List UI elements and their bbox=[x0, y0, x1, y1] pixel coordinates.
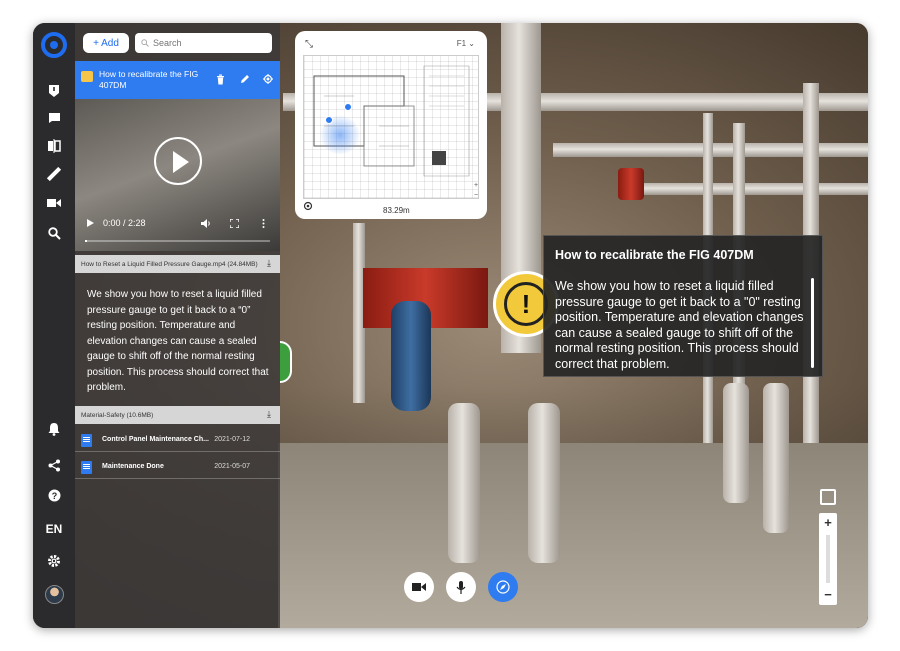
svg-text:?: ? bbox=[51, 491, 57, 501]
document-name: Control Panel Maintenance Ch... bbox=[102, 436, 209, 443]
comment-icon[interactable] bbox=[43, 107, 65, 129]
tooltip-title: How to recalibrate the FIG 407DM bbox=[555, 248, 754, 262]
scene-blue-tank bbox=[391, 301, 431, 411]
compare-icon[interactable] bbox=[43, 135, 65, 157]
download-icon[interactable]: ⤓ bbox=[267, 409, 271, 420]
compass-icon bbox=[496, 580, 510, 594]
search-field-icon bbox=[141, 39, 149, 47]
document-date: 2021-07-12 bbox=[214, 436, 250, 443]
chevron-down-icon: ⌄ bbox=[468, 39, 475, 48]
search-input[interactable] bbox=[153, 38, 263, 48]
video-time: 0:00 / 2:28 bbox=[103, 218, 146, 228]
video-file-name: How to Reset a Liquid Filled Pressure Ga… bbox=[81, 260, 258, 268]
fullscreen-icon[interactable] bbox=[229, 218, 240, 230]
attachment-file-row[interactable]: Material-Safety (10.6MB) ⤓ bbox=[75, 406, 280, 424]
icon-rail: ? EN bbox=[33, 23, 75, 628]
tag-description: We show you how to reset a liquid filled… bbox=[87, 289, 269, 393]
floor-plan-drawing[interactable] bbox=[303, 55, 479, 199]
expand-map-icon[interactable]: ⤡ bbox=[305, 39, 313, 50]
map-scale: 83.29m bbox=[383, 206, 410, 215]
video-progress-fill bbox=[85, 240, 87, 242]
document-name: Maintenance Done bbox=[102, 463, 164, 470]
play-button[interactable] bbox=[154, 137, 202, 185]
record-audio-button[interactable] bbox=[446, 572, 476, 602]
video-file-row[interactable]: How to Reset a Liquid Filled Pressure Ga… bbox=[75, 255, 280, 273]
document-list-item[interactable]: Control Panel Maintenance Ch... 2021-07-… bbox=[75, 428, 280, 452]
location-pin[interactable] bbox=[325, 116, 333, 124]
add-button[interactable]: + Add bbox=[83, 33, 129, 53]
zoom-controls[interactable]: + − bbox=[819, 513, 837, 605]
tag-thumbnail-icon bbox=[81, 71, 93, 82]
zoom-in-icon[interactable]: + bbox=[819, 515, 837, 530]
document-icon bbox=[81, 461, 92, 474]
download-icon[interactable]: ⤓ bbox=[267, 258, 271, 269]
edit-icon[interactable] bbox=[240, 74, 250, 87]
scene-pipe bbox=[633, 183, 868, 195]
zoom-slider[interactable] bbox=[826, 535, 830, 583]
tag-tooltip: How to recalibrate the FIG 407DM We show… bbox=[543, 235, 823, 377]
map-zoom-controls[interactable]: + − bbox=[471, 181, 481, 201]
compass-button[interactable] bbox=[488, 572, 518, 602]
tag-icon[interactable] bbox=[43, 80, 65, 102]
app-logo[interactable] bbox=[41, 32, 67, 58]
scene-filter-housing bbox=[763, 383, 789, 533]
exclamation-icon: ! bbox=[504, 282, 548, 326]
scene-filter-housing bbox=[528, 403, 560, 563]
document-icon bbox=[81, 434, 92, 447]
document-list-item[interactable]: Maintenance Done 2021-05-07 bbox=[75, 455, 280, 479]
user-avatar[interactable] bbox=[45, 585, 64, 604]
selected-tag-title: How to recalibrate the FIG 407DM bbox=[99, 69, 199, 90]
map-zoom-out-icon[interactable]: − bbox=[471, 191, 481, 201]
floor-selector[interactable]: F1 ⌄ bbox=[457, 39, 475, 48]
location-pin[interactable] bbox=[344, 103, 352, 111]
language-selector[interactable]: EN bbox=[33, 522, 75, 536]
ok-tag-marker[interactable] bbox=[280, 341, 292, 383]
video-player[interactable]: 0:00 / 2:28 bbox=[75, 99, 280, 251]
video-icon bbox=[412, 583, 426, 591]
locate-icon[interactable] bbox=[263, 74, 273, 87]
floor-plan-minimap[interactable]: ⤡ F1 ⌄ + − 83.29m bbox=[295, 31, 487, 219]
measure-icon[interactable] bbox=[43, 163, 65, 185]
tooltip-body: We show you how to reset a liquid filled… bbox=[555, 279, 804, 371]
fullscreen-button[interactable] bbox=[820, 489, 836, 505]
volume-icon[interactable] bbox=[201, 219, 212, 230]
recenter-icon[interactable] bbox=[303, 201, 313, 214]
app-window: ? EN + Add How to recalibrate the FIG 40… bbox=[33, 23, 868, 628]
scene-red-valve bbox=[618, 168, 644, 200]
scene-filter-housing bbox=[723, 383, 749, 503]
tooltip-scrollbar[interactable] bbox=[811, 278, 814, 368]
record-video-button[interactable] bbox=[404, 572, 434, 602]
zoom-out-icon[interactable]: − bbox=[819, 587, 837, 602]
help-icon[interactable]: ? bbox=[43, 484, 65, 506]
delete-icon[interactable] bbox=[216, 74, 225, 88]
video-progress-bar[interactable] bbox=[85, 240, 270, 242]
share-icon[interactable] bbox=[43, 454, 65, 476]
search-field[interactable] bbox=[135, 33, 272, 53]
settings-icon[interactable] bbox=[43, 550, 65, 572]
tag-panel: + Add How to recalibrate the FIG 407DM 0… bbox=[75, 23, 280, 628]
search-icon[interactable] bbox=[43, 222, 65, 244]
floor-selector-label: F1 bbox=[456, 39, 467, 48]
bell-icon[interactable] bbox=[43, 418, 65, 440]
scene-filter-housing bbox=[448, 403, 480, 563]
map-zoom-in-icon[interactable]: + bbox=[471, 181, 481, 191]
document-date: 2021-05-07 bbox=[214, 463, 250, 470]
attachment-file-name: Material-Safety (10.6MB) bbox=[81, 411, 154, 419]
microphone-icon bbox=[456, 580, 466, 594]
play-small-icon[interactable] bbox=[87, 219, 94, 229]
more-options-icon[interactable] bbox=[262, 219, 265, 230]
video-icon[interactable] bbox=[43, 192, 65, 214]
selected-tag-header[interactable]: How to recalibrate the FIG 407DM bbox=[75, 61, 280, 99]
